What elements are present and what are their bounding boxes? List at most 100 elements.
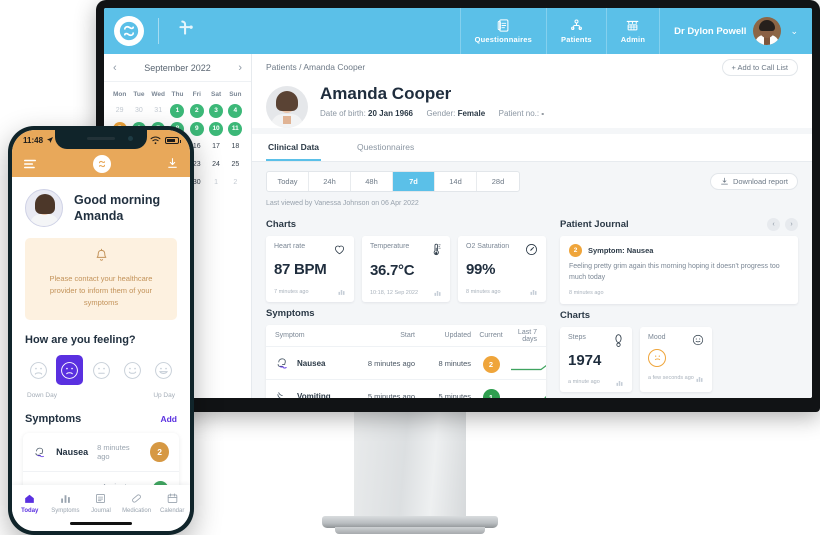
vital-value: 87 BPM	[274, 261, 327, 278]
journal-entry-head: 2 Symptom: Nausea	[569, 244, 789, 257]
app-logo[interactable]	[114, 16, 144, 46]
mood-option-very-happy-face[interactable]	[150, 355, 178, 385]
secondary-brand-icon	[173, 16, 199, 47]
journal-next-button[interactable]: ›	[785, 218, 798, 231]
table-row[interactable]: Vomiting 5 minutes ago 5 minutes 1	[266, 380, 546, 398]
journal-panel-header: Patient Journal ‹ ›	[560, 213, 798, 236]
symptom-updated: 5 minutes	[438, 392, 471, 398]
time-filter-48h[interactable]: 48h	[351, 172, 393, 191]
add-symptom-button[interactable]: Add	[160, 414, 177, 424]
breadcrumb[interactable]: Patients / Amanda Cooper	[266, 62, 365, 72]
mood-option-sad-face[interactable]	[56, 355, 83, 385]
add-to-call-list-button[interactable]: + Add to Call List	[721, 58, 798, 76]
mood-option-happy-face[interactable]	[119, 355, 146, 385]
tab-calendar[interactable]: Calendar	[154, 492, 190, 514]
steps-card[interactable]: Steps 1974 a minute ago	[560, 326, 632, 392]
symptom-current: 1	[471, 387, 511, 398]
bar-chart-icon[interactable]	[615, 378, 624, 387]
time-filter-7d[interactable]: 7d	[393, 172, 435, 191]
mood-legend-left: Down Day	[27, 392, 57, 399]
time-filter-14d[interactable]: 14d	[435, 172, 477, 191]
journal-pager: ‹ ›	[767, 218, 798, 231]
vital-card-0[interactable]: Heart rate 87 BPM 7 minutes ago	[266, 236, 354, 302]
journal-prev-button[interactable]: ‹	[767, 218, 780, 231]
user-menu[interactable]: Dr Dylon Powell ⌄	[659, 8, 806, 54]
vital-card-foot: 8 minutes ago	[466, 287, 538, 296]
calendar-day[interactable]: 30	[129, 102, 148, 119]
chevron-down-icon[interactable]: ⌄	[790, 26, 798, 37]
symptom-sparkline	[511, 384, 546, 398]
time-filter-today[interactable]: Today	[267, 172, 309, 191]
mood-label: Mood	[648, 333, 666, 341]
mood-option-neutral-face[interactable]	[87, 355, 115, 385]
vital-card-foot: 7 minutes ago	[274, 287, 346, 296]
calendar-day[interactable]: 31	[149, 102, 168, 119]
calendar-next-button[interactable]: ›	[238, 62, 242, 74]
user-name: Dr Dylon Powell	[674, 25, 747, 37]
bar-chart-icon[interactable]	[529, 287, 538, 296]
calendar-dow: Mon	[112, 91, 127, 98]
scene: Questionnaires Patients Admin Dr Dylon P…	[0, 0, 820, 535]
tab-label: Calendar	[159, 508, 185, 514]
sparkline-chart	[544, 395, 546, 398]
tab-today[interactable]: Today	[12, 492, 48, 514]
happy-face-icon	[124, 361, 141, 379]
vital-card-1[interactable]: Temperature 36.7°C 10:18, 12 Sep 2022	[362, 236, 450, 302]
greeting-line-1: Good morning	[74, 192, 161, 207]
th-updated: Updated	[444, 332, 471, 339]
calendar-day[interactable]: 3	[206, 102, 225, 119]
calendar-day[interactable]: 29	[110, 102, 129, 119]
steps-card-foot: a minute ago	[568, 378, 624, 387]
phone-logo	[92, 154, 111, 173]
time-filter-28d[interactable]: 28d	[477, 172, 519, 191]
tab-clinical-data[interactable]: Clinical Data	[266, 134, 322, 161]
greeting-line-2: Amanda	[74, 209, 124, 223]
mood-option-very-sad-face[interactable]	[25, 355, 52, 385]
list-item[interactable]: Nausea 8 minutes ago 2	[23, 433, 179, 472]
time-filter-24h[interactable]: 24h	[309, 172, 351, 191]
vital-card-2[interactable]: O2 Saturation 99% 8 minutes ago	[458, 236, 546, 302]
mini-cards-row: Steps 1974 a minute ago Mood a few secon…	[560, 326, 798, 392]
tab-questionnaires[interactable]: Questionnaires	[355, 134, 416, 161]
tab-symptoms[interactable]: Symptoms	[48, 492, 84, 514]
calendar-day[interactable]: 24	[206, 156, 225, 173]
bar-chart-icon[interactable]	[337, 287, 346, 296]
calendar-day[interactable]: 1	[206, 174, 225, 191]
app-top-bar: Questionnaires Patients Admin Dr Dylon P…	[104, 8, 812, 54]
mood-card[interactable]: Mood a few seconds ago	[640, 326, 712, 392]
sparkline-chart	[511, 364, 546, 370]
tab-medication[interactable]: Medication	[119, 492, 155, 514]
monitor-bezel: Questionnaires Patients Admin Dr Dylon P…	[96, 0, 820, 412]
calendar-day[interactable]: 11	[226, 120, 245, 137]
dob-label: Date of birth:	[320, 108, 366, 118]
tab-journal[interactable]: Journal	[83, 492, 119, 514]
neutral-face-icon	[92, 361, 110, 379]
symptoms-section-title: Symptoms	[266, 308, 315, 319]
mobile-phone: 11:48 Good morning Amanda Please contact…	[8, 126, 194, 535]
dob-value: 20 Jan 1966	[368, 108, 413, 118]
hamburger-icon[interactable]	[23, 158, 37, 170]
download-report-button[interactable]: Download report	[709, 173, 798, 190]
download-report-label: Download report	[732, 177, 788, 186]
calendar-day[interactable]: 2	[226, 174, 245, 191]
download-icon[interactable]	[166, 157, 179, 170]
bar-chart-icon[interactable]	[695, 374, 704, 383]
mood-value-face	[648, 348, 666, 367]
journal-entry-card[interactable]: 2 Symptom: Nausea Feeling pretty grim ag…	[560, 236, 798, 304]
calendar-day[interactable]: 2	[187, 102, 206, 119]
nav-questionnaires[interactable]: Questionnaires	[459, 8, 546, 54]
calendar-day[interactable]: 10	[206, 120, 225, 137]
phone-notch	[55, 130, 147, 149]
table-row[interactable]: Nausea 8 minutes ago 8 minutes 2	[266, 347, 546, 380]
bar-chart-icon[interactable]	[433, 288, 442, 297]
calendar-day[interactable]: 18	[226, 138, 245, 155]
calendar-day[interactable]: 1	[168, 102, 187, 119]
calendar-day[interactable]: 17	[206, 138, 225, 155]
nav-admin[interactable]: Admin	[605, 8, 659, 54]
calendar-day[interactable]: 4	[226, 102, 245, 119]
nav-patients[interactable]: Patients	[546, 8, 606, 54]
calendar-day[interactable]: 25	[226, 156, 245, 173]
greeting-block: Good morning Amanda	[12, 177, 190, 236]
location-arrow-icon	[47, 137, 54, 143]
calendar-prev-button[interactable]: ‹	[113, 62, 117, 74]
